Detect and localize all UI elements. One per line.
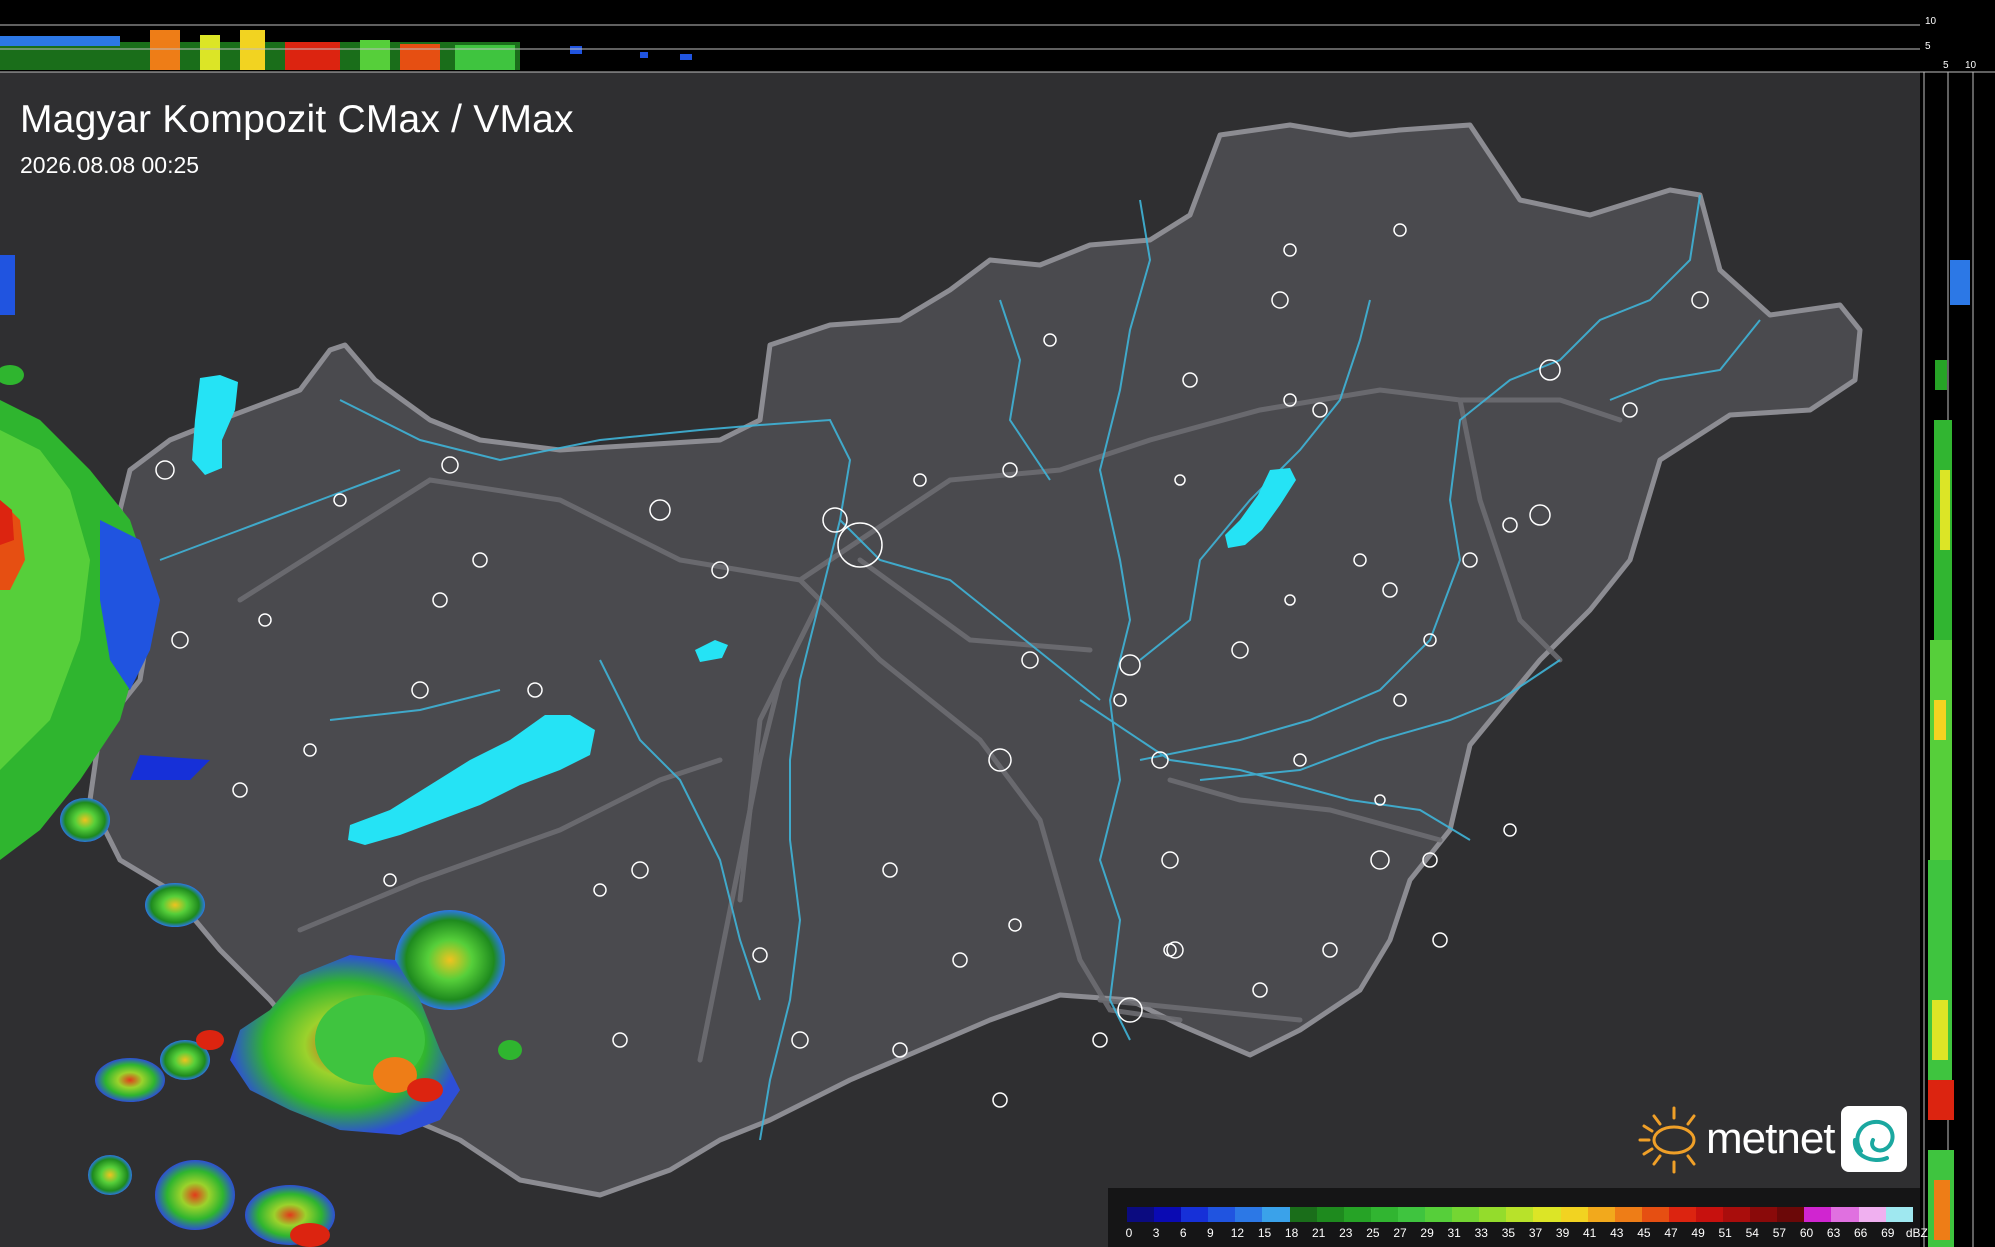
legend-swatch bbox=[1750, 1207, 1778, 1222]
legend-swatch bbox=[1235, 1207, 1263, 1222]
legend-swatch bbox=[1533, 1207, 1561, 1222]
legend-swatch bbox=[1641, 1207, 1669, 1222]
legend-tick-label: 25 bbox=[1366, 1226, 1380, 1240]
legend-tick-label: 35 bbox=[1501, 1226, 1516, 1240]
legend-swatch bbox=[1397, 1207, 1426, 1222]
legend-tick-label: 47 bbox=[1664, 1226, 1678, 1240]
legend-tick-label: 57 bbox=[1772, 1226, 1787, 1240]
legend-tick-label: 63 bbox=[1826, 1226, 1841, 1240]
legend-swatch bbox=[1587, 1207, 1615, 1222]
legend-swatch bbox=[1127, 1207, 1155, 1222]
legend-tick-label: 60 bbox=[1799, 1226, 1814, 1240]
legend-tick-label: 49 bbox=[1691, 1226, 1705, 1240]
legend-swatch bbox=[1452, 1207, 1480, 1222]
legend-swatch bbox=[1506, 1207, 1534, 1222]
legend-tick-label: 21 bbox=[1312, 1226, 1326, 1240]
legend-swatch bbox=[1316, 1207, 1344, 1222]
legend-tick-label: 66 bbox=[1854, 1226, 1868, 1240]
legend-swatch bbox=[1370, 1207, 1398, 1222]
top-scale-label-a: 10 bbox=[1925, 16, 1937, 27]
legend-swatch bbox=[1695, 1207, 1724, 1222]
legend-swatch bbox=[1723, 1207, 1751, 1222]
metnet-swirl-icon bbox=[1841, 1106, 1907, 1172]
legend-tick-label: 0 bbox=[1125, 1226, 1133, 1240]
legend-swatch bbox=[1777, 1207, 1805, 1222]
legend-tick-label: 15 bbox=[1257, 1226, 1272, 1240]
legend-tick-label: 39 bbox=[1555, 1226, 1570, 1240]
sun-icon bbox=[1638, 1106, 1696, 1174]
legend-swatch bbox=[1858, 1207, 1886, 1222]
legend-tick-label: 41 bbox=[1583, 1226, 1597, 1240]
legend-tick-label: 9 bbox=[1206, 1226, 1214, 1240]
legend-tick-label: 23 bbox=[1339, 1226, 1353, 1240]
legend-tick-label: 29 bbox=[1420, 1226, 1434, 1240]
legend-tick-label: 27 bbox=[1393, 1226, 1407, 1240]
legend-swatch bbox=[1154, 1207, 1182, 1222]
legend-tick-label: 6 bbox=[1179, 1226, 1187, 1240]
legend-swatch bbox=[1804, 1207, 1832, 1222]
metnet-logo: metnet bbox=[1636, 1100, 1908, 1180]
legend-swatch bbox=[1885, 1207, 1913, 1222]
legend-tick-labels: 0 3 6 9 12 15 18 21 23 25 27 29 31 33 35 37 39 41 43 45 47 49… bbox=[1125, 1226, 1928, 1242]
legend-tick-label: 18 bbox=[1284, 1226, 1299, 1240]
legend-swatch bbox=[1560, 1207, 1588, 1222]
legend-tick-label: 51 bbox=[1718, 1226, 1732, 1240]
legend-tick-label: 43 bbox=[1610, 1226, 1624, 1240]
radar-map bbox=[0, 0, 1995, 1247]
legend-swatch bbox=[1208, 1207, 1236, 1222]
legend-tick-label: 12 bbox=[1230, 1226, 1245, 1240]
legend-swatch bbox=[1289, 1207, 1317, 1222]
legend-unit-label: dBZ bbox=[1905, 1226, 1928, 1240]
top-scale-label-b: 5 bbox=[1925, 41, 1931, 52]
legend-tick-label: 37 bbox=[1528, 1226, 1543, 1240]
side-scale-label-b: 10 bbox=[1965, 60, 1977, 71]
legend-swatch bbox=[1668, 1207, 1696, 1222]
legend-swatch bbox=[1479, 1207, 1507, 1222]
legend-tick-label: 3 bbox=[1152, 1226, 1160, 1240]
legend-swatch bbox=[1614, 1207, 1642, 1222]
dbz-color-legend: 0 3 6 9 12 15 18 21 23 25 27 29 31 33 35 37 39 41 43 45 47 49… bbox=[1108, 1188, 1928, 1247]
legend-tick-label: 69 bbox=[1881, 1226, 1895, 1240]
legend-tick-label: 45 bbox=[1637, 1226, 1651, 1240]
legend-swatch bbox=[1831, 1207, 1859, 1222]
map-timestamp: 2026.08.08 00:25 bbox=[20, 152, 200, 178]
legend-swatch bbox=[1262, 1207, 1290, 1222]
legend-swatch bbox=[1343, 1207, 1371, 1222]
legend-tick-label: 33 bbox=[1474, 1226, 1488, 1240]
legend-swatch bbox=[1425, 1207, 1453, 1222]
legend-tick-label: 31 bbox=[1447, 1226, 1461, 1240]
legend-tick-label: 54 bbox=[1745, 1226, 1759, 1240]
brand-name: metnet bbox=[1706, 1114, 1836, 1163]
legend-color-bar bbox=[1127, 1207, 1913, 1222]
map-title: Magyar Kompozit CMax / VMax bbox=[20, 98, 574, 141]
side-scale-label-a: 5 bbox=[1943, 60, 1949, 71]
legend-swatch bbox=[1181, 1207, 1209, 1222]
